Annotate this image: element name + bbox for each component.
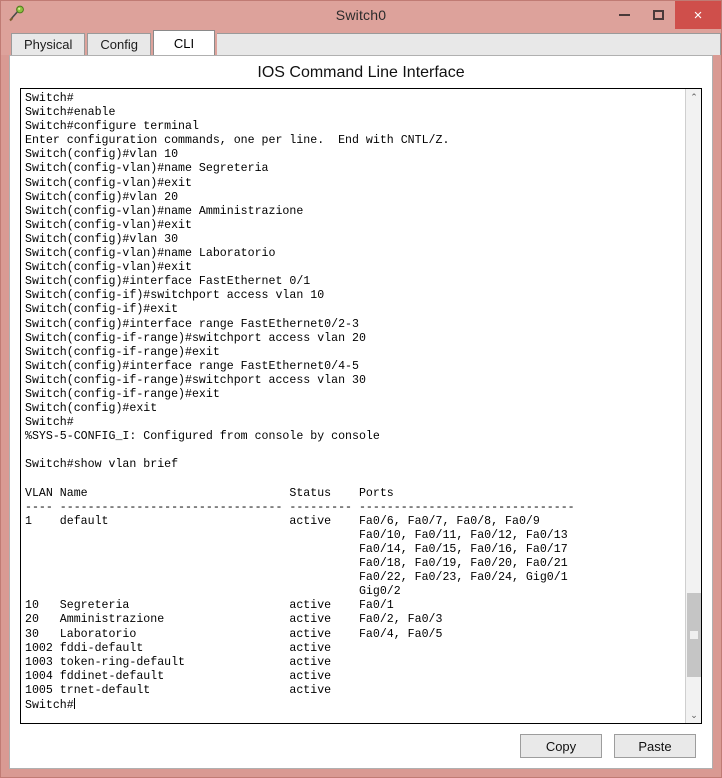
paste-button[interactable]: Paste [614,734,696,758]
packet-tracer-device-icon [7,5,27,25]
terminal-text: Switch# Switch#enable Switch#configure t… [25,92,575,697]
terminal-cursor [73,698,75,710]
terminal-prompt: Switch# [25,699,74,713]
page-title: IOS Command Line Interface [257,64,465,81]
tab-config[interactable]: Config [87,33,151,55]
close-button[interactable]: × [675,1,721,29]
cli-panel: IOS Command Line Interface Switch# Switc… [9,55,713,769]
copy-button[interactable]: Copy [520,734,602,758]
terminal-output[interactable]: Switch# Switch#enable Switch#configure t… [21,89,685,723]
scrollbar-grip-icon [690,630,698,639]
tab-cli[interactable]: CLI [153,30,215,55]
minimize-icon [618,14,630,16]
title-bar: Switch0 × [1,1,721,29]
scrollbar-thumb[interactable] [687,592,701,677]
terminal-container: Switch# Switch#enable Switch#configure t… [20,88,702,724]
action-button-bar: Copy Paste [10,724,712,768]
scroll-up-button[interactable]: ⌃ [686,89,701,105]
maximize-button[interactable] [641,1,675,29]
tab-physical[interactable]: Physical [11,33,86,55]
tab-strip: Physical Config CLI [1,29,721,55]
terminal-scrollbar[interactable]: ⌃ ⌄ [685,89,701,723]
switch0-window: Switch0 × Physical Config CLI IOS Comman… [0,0,722,778]
minimize-button[interactable] [607,1,641,29]
window-controls: × [607,1,721,29]
tab-strip-filler [217,33,721,55]
maximize-icon [652,10,664,20]
scroll-down-button[interactable]: ⌄ [686,707,701,723]
